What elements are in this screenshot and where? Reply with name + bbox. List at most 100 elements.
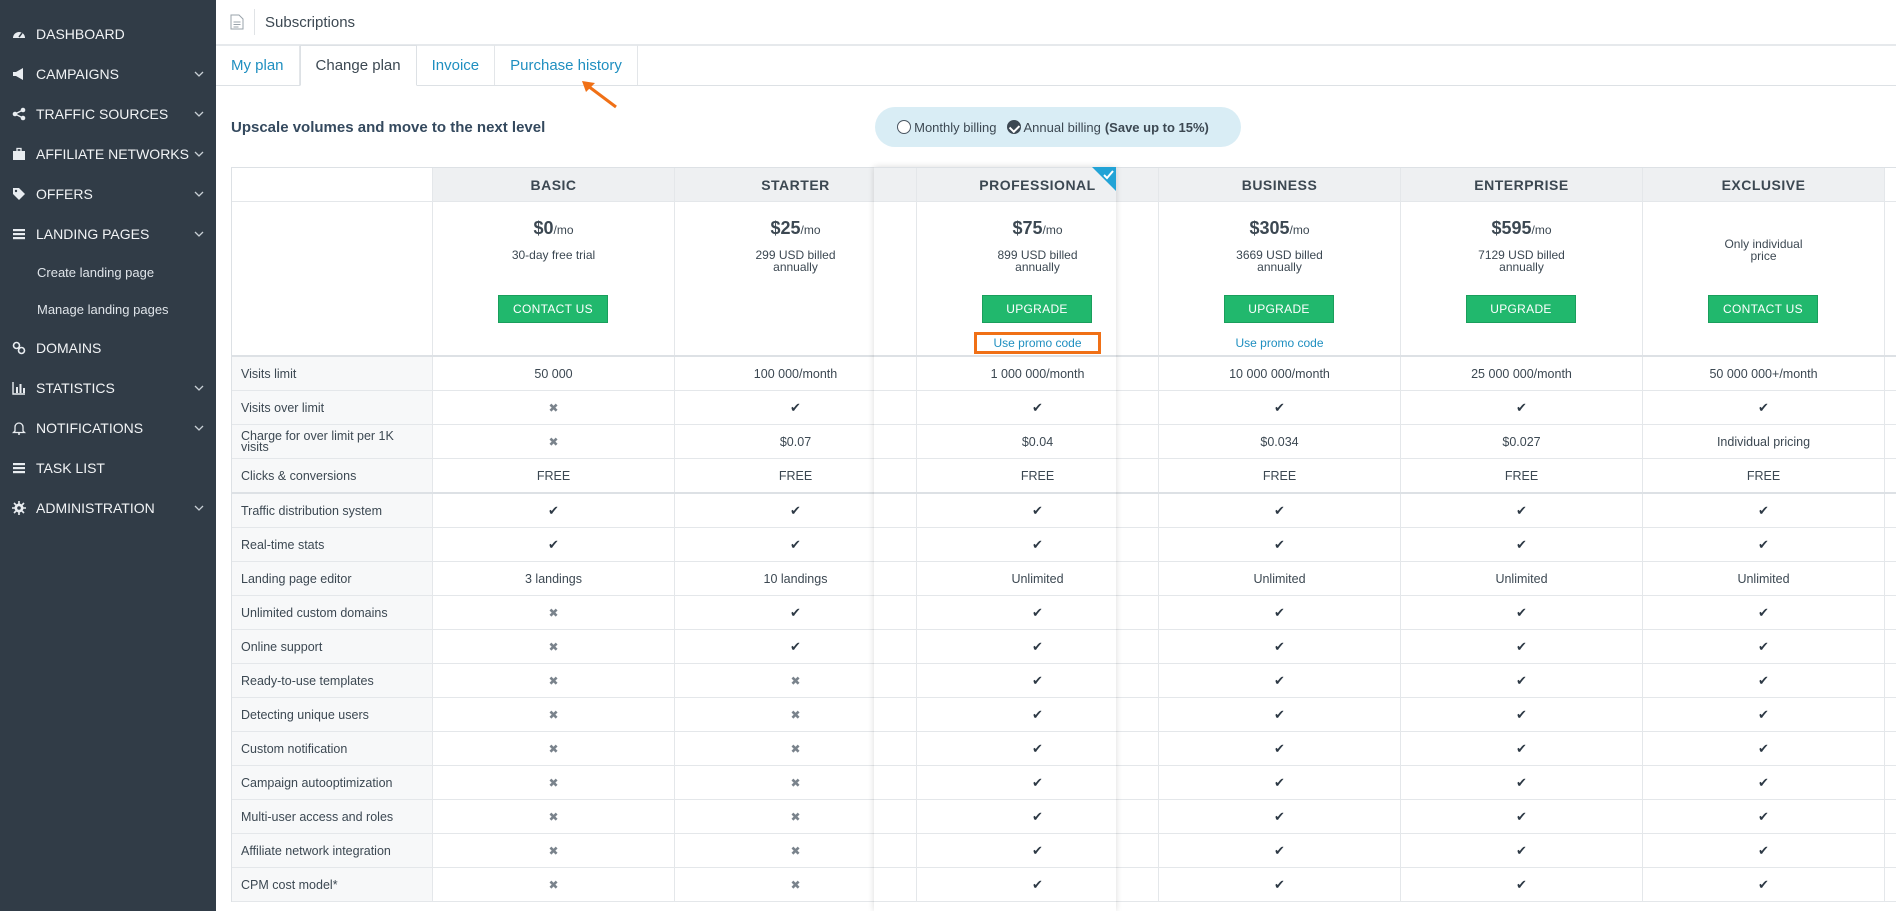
monthly-billing-radio[interactable] <box>897 120 912 134</box>
promo-code-link[interactable]: Use promo code <box>1216 332 1343 354</box>
check-icon: ✔ <box>1758 842 1769 858</box>
feature-value: ✔ <box>1159 528 1401 561</box>
annual-billing-option[interactable]: Annual billing (Save up to 15%) <box>1006 120 1209 135</box>
check-icon: ✔ <box>790 536 801 552</box>
feature-value: ✔ <box>675 494 917 527</box>
feature-value: ✔ <box>917 698 1159 731</box>
tab-invoice[interactable]: Invoice <box>417 45 496 85</box>
sidebar-item-campaigns[interactable]: CAMPAIGNS <box>0 54 216 94</box>
plan-card-basic: $0/mo 30-day free trial CONTACT US <box>433 202 675 355</box>
contact-us-button[interactable]: CONTACT US <box>498 295 608 323</box>
plan-price: $305/mo <box>1249 218 1309 239</box>
cross-icon: ✖ <box>548 809 559 824</box>
sidebar-item-administration[interactable]: ADMINISTRATION <box>0 488 216 528</box>
chevron-down-icon[interactable] <box>192 381 206 395</box>
feature-label: Multi-user access and roles <box>232 800 433 833</box>
feature-value: 100 000/month <box>675 357 917 390</box>
cross-icon: ✖ <box>548 843 559 858</box>
feature-value: ✔ <box>1401 732 1643 765</box>
feature-value: ✔ <box>1159 800 1401 833</box>
upgrade-button[interactable]: UPGRADE <box>982 295 1092 323</box>
sidebar-item-offers[interactable]: OFFERS <box>0 174 216 214</box>
feature-value: ✔ <box>917 630 1159 663</box>
tab-bar: My plan Change plan Invoice Purchase histor… <box>216 45 1896 86</box>
promo-code-link[interactable]: Use promo code <box>974 332 1101 354</box>
page-title: Subscriptions <box>265 13 356 31</box>
annual-billing-radio[interactable] <box>1006 120 1021 134</box>
cross-icon: ✖ <box>790 741 801 756</box>
feature-value: ✔ <box>1643 868 1885 901</box>
price-period: /mo <box>1289 223 1310 237</box>
feature-value: ✔ <box>1401 630 1643 663</box>
feature-row-visits-limit: Visits limit 50 000 100 000/month 1 000 000… <box>232 357 1896 391</box>
sidebar-item-label: ADMINISTRATION <box>36 500 155 516</box>
tab-change-plan[interactable]: Change plan <box>299 45 417 86</box>
check-icon: ✔ <box>790 399 801 415</box>
feature-value: ✔ <box>1401 800 1643 833</box>
check-icon: ✔ <box>1274 740 1285 756</box>
feature-value: ✔ <box>1401 868 1643 901</box>
sidebar-item-dashboard[interactable]: DASHBOARD <box>0 14 216 54</box>
feature-value: 25 000 000/month <box>1401 357 1643 390</box>
check-icon: ✔ <box>1758 706 1769 722</box>
feature-label: Custom notification <box>232 732 433 765</box>
feature-value: ✔ <box>917 834 1159 867</box>
feature-value: ✔ <box>1643 732 1885 765</box>
plan-note: 7129 USD billed annually <box>1478 248 1565 274</box>
feature-value: ✖ <box>675 664 917 697</box>
sidebar-item-landing-pages[interactable]: LANDING PAGES <box>0 214 216 254</box>
tags-icon <box>12 187 26 201</box>
feature-value: 10 landings <box>675 562 917 595</box>
check-icon: ✔ <box>548 502 559 518</box>
sidebar-item-task-list[interactable]: TASK LIST <box>0 448 216 488</box>
sidebar-item-affiliate-networks[interactable]: AFFILIATE NETWORKS <box>0 134 216 174</box>
document-icon <box>230 14 244 30</box>
monthly-billing-label: Monthly billing <box>914 119 997 135</box>
upgrade-button[interactable]: UPGRADE <box>1466 295 1576 323</box>
contact-us-button[interactable]: CONTACT US <box>1708 295 1818 323</box>
chevron-down-icon[interactable] <box>192 107 206 121</box>
sidebar-menu-main: DASHBOARD CAMPAIGNS TRAFFIC SOURCES AFFILIA… <box>0 14 216 254</box>
check-icon: ✔ <box>1758 502 1769 518</box>
sidebar-item-domains[interactable]: DOMAINS <box>0 328 216 368</box>
check-icon: ✔ <box>790 604 801 620</box>
chevron-down-icon[interactable] <box>192 147 206 161</box>
feature-value: ✔ <box>1643 664 1885 697</box>
chevron-down-icon[interactable] <box>192 187 206 201</box>
check-icon: ✔ <box>790 502 801 518</box>
check-icon: ✔ <box>790 638 801 654</box>
sidebar-item-traffic-sources[interactable]: TRAFFIC SOURCES <box>0 94 216 134</box>
main-content: Subscriptions My plan Change plan Invoice P… <box>216 0 1896 911</box>
plan-name-starter: STARTER <box>675 168 917 201</box>
check-icon: ✔ <box>1032 672 1043 688</box>
feature-value: ✔ <box>1401 494 1643 527</box>
price-value: $25 <box>770 218 801 238</box>
feature-value: ✔ <box>433 494 675 527</box>
chevron-down-icon[interactable] <box>192 421 206 435</box>
tab-my-plan[interactable]: My plan <box>216 45 300 85</box>
sidebar-item-label: TASK LIST <box>36 460 105 476</box>
chevron-down-icon[interactable] <box>192 227 206 241</box>
sidebar-item-statistics[interactable]: STATISTICS <box>0 368 216 408</box>
plan-card-enterprise: $595/mo 7129 USD billed annually UPGRADE <box>1401 202 1643 355</box>
feature-value: ✔ <box>917 391 1159 424</box>
feature-value: Unlimited <box>1643 562 1885 595</box>
monthly-billing-option[interactable]: Monthly billing <box>897 119 997 135</box>
chevron-down-icon[interactable] <box>192 501 206 515</box>
cross-icon: ✖ <box>548 741 559 756</box>
feature-label: Detecting unique users <box>232 698 433 731</box>
feature-value: ✔ <box>1401 698 1643 731</box>
check-icon: ✔ <box>1758 604 1769 620</box>
feature-value: ✔ <box>1159 766 1401 799</box>
feature-row-real-time-stats: Real-time stats ✔ ✔ ✔ ✔ ✔ ✔ <box>232 528 1896 562</box>
plan-card-professional: $75/mo 899 USD billed annually UPGRADE Use … <box>917 202 1159 355</box>
sidebar-item-notifications[interactable]: NOTIFICATIONS <box>0 408 216 448</box>
upgrade-button[interactable]: UPGRADE <box>1224 295 1334 323</box>
current-plan-check-icon <box>1092 167 1116 191</box>
feature-value: ✔ <box>675 391 917 424</box>
check-icon: ✔ <box>1516 536 1527 552</box>
sidebar-subitem-manage-landing-pages[interactable]: Manage landing pages <box>0 291 216 328</box>
chevron-down-icon[interactable] <box>192 67 206 81</box>
sidebar-subitem-create-landing-page[interactable]: Create landing page <box>0 254 216 291</box>
sidebar-submenu-landing-pages: Create landing page Manage landing pages <box>0 254 216 328</box>
